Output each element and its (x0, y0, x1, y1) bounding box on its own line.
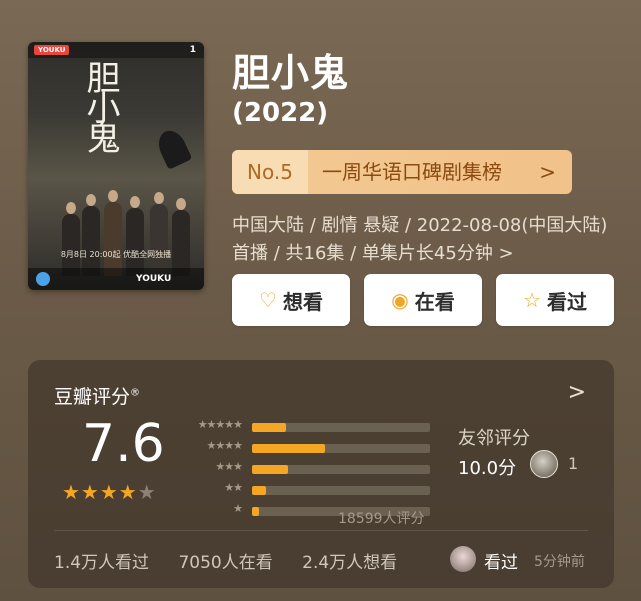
poster-air-text: 8月8日 20:00起 优酷全网独播 (60, 250, 172, 259)
rating-bar (252, 465, 288, 474)
watch-stats: 1.4万人看过 7050人在看 2.4万人想看 (54, 548, 421, 573)
friend-avatar[interactable] (530, 450, 558, 478)
rank-label: 一周华语口碑剧集榜 (322, 160, 502, 184)
poster-topbar: YOUKU 1 (28, 42, 204, 58)
rating-bar (252, 507, 260, 516)
rating-row-3: ★★★ (180, 460, 430, 478)
movie-meta-info[interactable]: 中国大陆 / 剧情 悬疑 / 2022-08-08(中国大陆)首播 / 共16集… (232, 212, 612, 268)
rating-stars: ★★★★★ (62, 480, 157, 504)
poster-brand: YOUKU (136, 274, 172, 284)
watching-count: 7050人在看 (178, 553, 273, 573)
friends-count: 1 (568, 454, 579, 473)
star-label: ★★★★★ (197, 418, 243, 431)
poster-image[interactable]: YOUKU 1 胆小鬼 8月8日 20:00起 优酷全网独播 YOUKU (28, 42, 204, 290)
star-label: ★★★ (215, 460, 243, 473)
rating-card[interactable]: 豆瓣评分® > 7.6 ★★★★★ ★★★★★ ★★★★ ★★★ ★★ ★ 18… (28, 360, 614, 588)
rank-banner[interactable]: No.5 一周华语口碑剧集榜 > (232, 150, 572, 194)
want-to-watch-label: 想看 (282, 289, 323, 314)
star-label: ★★★★ (206, 439, 243, 452)
empty-star-icon: ★ (137, 480, 157, 504)
star-label: ★★ (224, 481, 243, 494)
target-icon: ◉ (391, 288, 409, 312)
rating-score: 7.6 (82, 414, 165, 474)
rating-row-5: ★★★★★ (180, 418, 430, 436)
star-icon: ☆ (523, 288, 541, 312)
friends-rating-score: 10.0分 (458, 458, 517, 479)
want-to-watch-button[interactable]: ♡ 想看 (232, 274, 350, 326)
watched-label: 看过 (546, 289, 587, 314)
recent-activity-time: 5分钟前 (534, 554, 585, 570)
poster-corner-logo (36, 272, 50, 286)
watched-count: 1.4万人看过 (54, 553, 150, 573)
divider (54, 530, 588, 531)
rating-bar (252, 423, 286, 432)
rank-number: No.5 (232, 150, 308, 194)
rating-count: 18599人评分 (338, 511, 425, 527)
poster-rank-mark: 1 (189, 45, 196, 55)
watched-button[interactable]: ☆ 看过 (496, 274, 614, 326)
want-count: 2.4万人想看 (302, 553, 398, 573)
watching-label: 在看 (414, 289, 455, 314)
rating-row-4: ★★★★ (180, 439, 430, 457)
poster-cast (62, 188, 192, 276)
recent-activity-label: 看过 (484, 553, 518, 573)
recent-user-avatar[interactable] (450, 546, 476, 572)
rating-bar (252, 486, 267, 495)
action-buttons: ♡ 想看 ◉ 在看 ☆ 看过 (232, 274, 614, 326)
friends-rating-label: 友邻评分 (458, 428, 530, 449)
page-title: 胆小鬼 (232, 51, 350, 95)
chevron-right-icon: > (539, 160, 556, 184)
poster-bottombar: YOUKU (28, 268, 204, 290)
chevron-right-icon[interactable]: > (568, 380, 586, 405)
heart-plus-icon: ♡ (259, 288, 277, 312)
filled-stars-icon: ★★★★ (62, 480, 138, 504)
release-year: (2022) (232, 98, 329, 128)
rating-heading: 豆瓣评分® (54, 386, 141, 408)
star-label: ★ (233, 502, 243, 515)
rating-bar (252, 444, 325, 453)
poster-lamp (153, 126, 193, 170)
poster-title: 胆小鬼 (80, 60, 120, 150)
rating-row-2: ★★ (180, 481, 430, 499)
watching-button[interactable]: ◉ 在看 (364, 274, 482, 326)
youku-badge: YOUKU (34, 45, 70, 55)
